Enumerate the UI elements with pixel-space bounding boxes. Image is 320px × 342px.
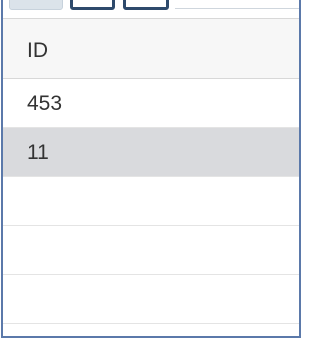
data-grid-panel: ID 453 11	[1, 0, 301, 338]
toolbar-button-2[interactable]	[70, 0, 115, 10]
toolbar-button-1[interactable]	[9, 0, 63, 10]
table-row[interactable]	[3, 275, 299, 324]
grid-toolbar	[3, 0, 299, 12]
column-header-id[interactable]: ID	[27, 39, 48, 63]
table-row[interactable]: 453	[3, 79, 299, 128]
cell-id: 11	[27, 141, 49, 164]
table-row-selected[interactable]: 11	[3, 128, 299, 177]
table-row[interactable]	[3, 177, 299, 226]
column-header-row: ID	[3, 18, 299, 79]
cell-id: 453	[27, 92, 63, 115]
toolbar-divider	[175, 8, 299, 9]
table-row[interactable]	[3, 226, 299, 275]
grid-body: 453 11	[3, 79, 299, 324]
toolbar-button-3[interactable]	[123, 0, 169, 10]
